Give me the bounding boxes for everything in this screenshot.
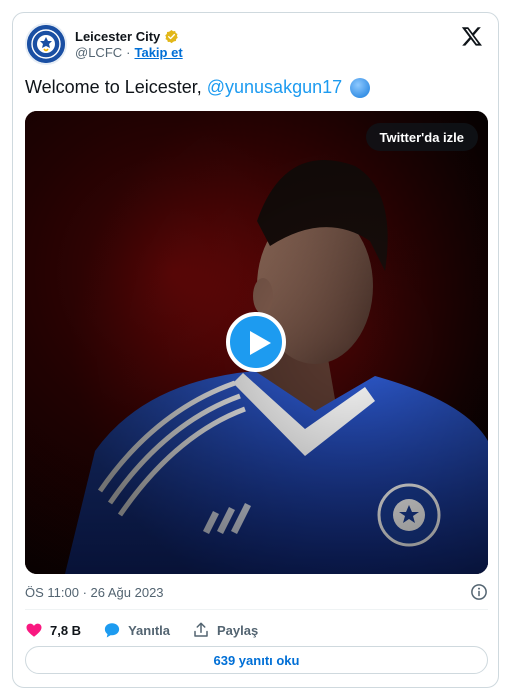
video-player[interactable]: Twitter'da izle bbox=[25, 111, 488, 574]
tweet-embed-card: Leicester City @LCFC · Takip et Welcome … bbox=[12, 12, 499, 688]
verified-badge-icon bbox=[164, 29, 179, 44]
reply-label: Yanıtla bbox=[128, 622, 170, 638]
tweet-text: Welcome to Leicester, @yunusakgun17 bbox=[25, 77, 371, 98]
share-label: Paylaş bbox=[217, 622, 259, 638]
globe-emoji-icon bbox=[350, 77, 371, 98]
read-replies-button[interactable]: 639 yanıtı oku bbox=[25, 646, 488, 674]
club-crest-icon bbox=[27, 25, 65, 63]
info-icon[interactable] bbox=[470, 583, 488, 601]
heart-icon bbox=[26, 623, 42, 637]
share-button[interactable]: Paylaş bbox=[192, 621, 258, 639]
follow-link[interactable]: Takip et bbox=[135, 45, 183, 60]
tweet-body: Welcome to Leicester, bbox=[25, 77, 202, 97]
tweet-header: Leicester City @LCFC · Takip et bbox=[25, 23, 485, 71]
mention-link[interactable]: @yunusakgun17 bbox=[207, 77, 342, 98]
like-count: 7,8 B bbox=[50, 622, 82, 638]
avatar[interactable] bbox=[25, 23, 67, 65]
handle[interactable]: @LCFC bbox=[75, 45, 122, 60]
share-icon bbox=[194, 622, 208, 637]
watch-on-twitter-button[interactable]: Twitter'da izle bbox=[365, 123, 478, 151]
divider bbox=[25, 609, 488, 610]
handle-separator: · bbox=[126, 45, 131, 60]
tweet-meta: ÖS 11:00 · 26 Ağu 2023 bbox=[25, 583, 488, 603]
timestamp-link[interactable]: ÖS 11:00 · 26 Ağu 2023 bbox=[25, 585, 164, 600]
play-button[interactable] bbox=[226, 312, 286, 372]
action-bar: 7,8 B Yanıtla Paylaş bbox=[25, 619, 280, 641]
reply-bubble-icon bbox=[104, 623, 120, 638]
play-icon bbox=[250, 331, 271, 355]
like-button[interactable]: 7,8 B bbox=[25, 621, 81, 639]
display-name[interactable]: Leicester City bbox=[75, 29, 160, 44]
x-logo-icon[interactable] bbox=[461, 25, 485, 49]
reply-button[interactable]: Yanıtla bbox=[103, 621, 170, 639]
